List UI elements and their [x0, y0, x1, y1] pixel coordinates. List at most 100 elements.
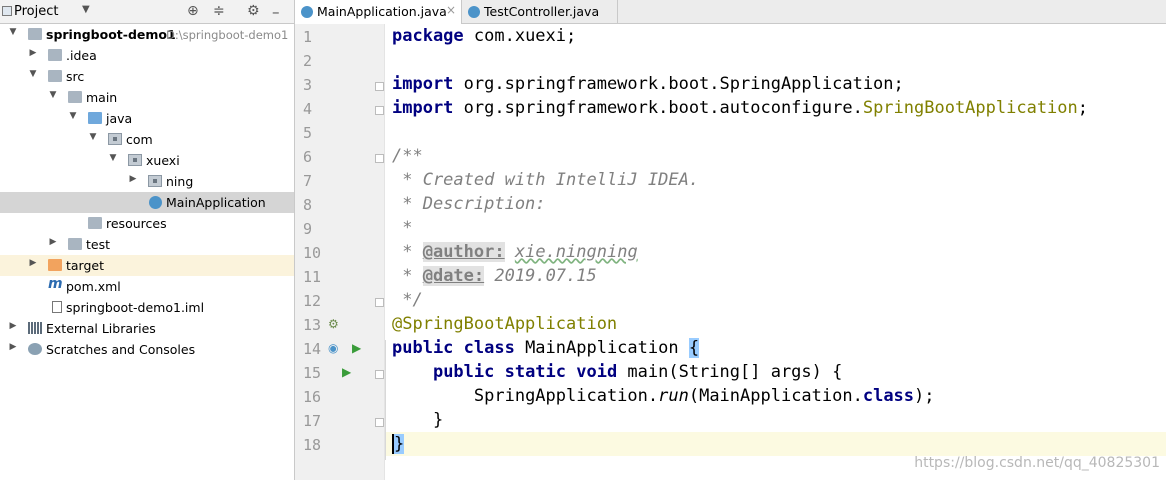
- code-line-16: SpringApplication.run(MainApplication.cl…: [386, 384, 1166, 408]
- chevron-down-icon[interactable]: ▼: [68, 111, 78, 121]
- tree-item-springboot-demo1[interactable]: ▼ springboot-demo1 D:\springboot-demo1: [0, 24, 294, 45]
- chevron-right-icon[interactable]: ▶: [8, 321, 18, 331]
- annotation-ref: SpringBootApplication: [862, 98, 1078, 118]
- code-text: org.springframework.boot.SpringApplicati…: [453, 74, 904, 94]
- keyword: import: [392, 74, 454, 94]
- tree-item-xuexi[interactable]: ▼ xuexi: [0, 150, 294, 171]
- collapse-icon[interactable]: ≑: [213, 3, 225, 19]
- chevron-right-icon[interactable]: ▶: [8, 342, 18, 352]
- fold-marker-icon[interactable]: [375, 106, 384, 115]
- editor-tab-bar: MainApplication.java × TestController.ja…: [295, 0, 1166, 24]
- excluded-folder-icon: [48, 259, 62, 271]
- tree-item-mainapplication[interactable]: MainApplication: [0, 192, 294, 213]
- tree-item-external-libraries[interactable]: ▶ External Libraries: [0, 318, 294, 339]
- fold-marker-icon[interactable]: [375, 298, 384, 307]
- javadoc-tag: @author:: [422, 242, 505, 262]
- spring-class-icon: [301, 6, 313, 18]
- code-line-9: *: [386, 216, 1166, 240]
- spring-class-icon[interactable]: ◉: [328, 341, 338, 355]
- chevron-right-icon[interactable]: ▶: [48, 237, 58, 247]
- code-line-13: @SpringBootApplication: [386, 312, 1166, 336]
- tree-item-idea[interactable]: ▶ .idea: [0, 45, 294, 66]
- chevron-down-icon[interactable]: ▼: [48, 90, 58, 100]
- code-line-6: /**: [386, 144, 1166, 168]
- code-line-8: * Description:: [386, 192, 1166, 216]
- maven-icon: m: [48, 276, 63, 292]
- tree-item-iml[interactable]: springboot-demo1.iml: [0, 297, 294, 318]
- code-line-18: }: [386, 432, 1166, 456]
- code-line-15: public static void main(String[] args) {: [386, 360, 1166, 384]
- line-number: 2: [303, 52, 313, 70]
- close-icon[interactable]: ×: [446, 3, 456, 17]
- tree-item-label: com: [126, 132, 153, 147]
- chevron-down-icon[interactable]: ▼: [82, 4, 90, 15]
- annotation: @SpringBootApplication: [392, 314, 618, 334]
- package-icon: [148, 175, 162, 187]
- tree-item-src[interactable]: ▼ src: [0, 66, 294, 87]
- tree-item-label: target: [66, 258, 105, 273]
- tab-testcontroller[interactable]: TestController.java: [462, 0, 618, 24]
- folder-icon: [48, 70, 62, 82]
- code-line-14: public class MainApplication {: [386, 336, 1166, 360]
- code-text: SpringApplication.: [473, 386, 659, 406]
- spring-bean-icon[interactable]: ⚙: [328, 317, 339, 331]
- tree-item-target[interactable]: ▶ target: [0, 255, 294, 276]
- fold-marker-icon[interactable]: [375, 418, 384, 427]
- comment: * Created with IntelliJ IDEA.: [392, 170, 700, 190]
- code-text: org.springframework.boot.autoconfigure.: [453, 98, 863, 118]
- tree-item-pom-xml[interactable]: m pom.xml: [0, 276, 294, 297]
- chevron-right-icon[interactable]: ▶: [128, 174, 138, 184]
- comment: [484, 266, 494, 286]
- comment: *: [392, 218, 413, 238]
- keyword: package: [392, 26, 464, 46]
- project-view-selector[interactable]: Project: [14, 4, 58, 19]
- code-text: MainApplication: [514, 338, 689, 358]
- chevron-down-icon[interactable]: ▼: [28, 69, 38, 79]
- tree-item-java[interactable]: ▼ java: [0, 108, 294, 129]
- line-number: 6: [303, 148, 313, 166]
- crosshair-icon[interactable]: ⊕: [187, 3, 199, 19]
- keyword: class: [862, 386, 915, 406]
- code-text: main(String[] args) {: [617, 362, 843, 382]
- editor-gutter: 1 2 3 4 5 6 7 8 9 10 11 12 13 14 15 16 1…: [295, 24, 385, 480]
- line-number: 8: [303, 196, 313, 214]
- chevron-down-icon[interactable]: ▼: [108, 153, 118, 163]
- code-line-7: * Created with IntelliJ IDEA.: [386, 168, 1166, 192]
- library-icon: [28, 322, 42, 334]
- static-method: run: [658, 386, 689, 406]
- line-number: 15: [303, 364, 322, 382]
- chevron-right-icon[interactable]: ▶: [28, 258, 38, 268]
- source-folder-icon: [88, 112, 102, 124]
- file-icon: [52, 301, 62, 313]
- comment: *: [392, 242, 423, 262]
- tree-item-scratches[interactable]: ▶ Scratches and Consoles: [0, 339, 294, 360]
- fold-marker-icon[interactable]: [375, 370, 384, 379]
- package-icon: [108, 133, 122, 145]
- tree-item-ning[interactable]: ▶ ning: [0, 171, 294, 192]
- folder-icon: [68, 238, 82, 250]
- tab-mainapplication[interactable]: MainApplication.java ×: [295, 0, 462, 24]
- line-number: 1: [303, 28, 313, 46]
- tree-item-label: Scratches and Consoles: [46, 342, 196, 357]
- fold-marker-icon[interactable]: [375, 82, 384, 91]
- chevron-right-icon[interactable]: ▶: [28, 48, 38, 58]
- code-editor[interactable]: package com.xuexi; import org.springfram…: [386, 24, 1166, 480]
- chevron-down-icon[interactable]: ▼: [8, 27, 18, 37]
- minimize-icon[interactable]: –: [272, 3, 280, 21]
- scratches-icon: [28, 343, 42, 355]
- line-number: 17: [303, 412, 322, 430]
- gear-icon[interactable]: ⚙: [247, 3, 260, 19]
- chevron-down-icon[interactable]: ▼: [88, 132, 98, 142]
- keyword: public class: [392, 338, 515, 358]
- tree-item-main[interactable]: ▼ main: [0, 87, 294, 108]
- tree-item-label: resources: [106, 216, 167, 231]
- tree-item-com[interactable]: ▼ com: [0, 129, 294, 150]
- tree-item-resources[interactable]: resources: [0, 213, 294, 234]
- fold-marker-icon[interactable]: [375, 154, 384, 163]
- tree-item-label: main: [86, 90, 118, 105]
- run-icon[interactable]: ▶: [352, 341, 361, 355]
- run-icon[interactable]: ▶: [342, 365, 351, 379]
- line-number: 11: [303, 268, 322, 286]
- tree-item-test[interactable]: ▶ test: [0, 234, 294, 255]
